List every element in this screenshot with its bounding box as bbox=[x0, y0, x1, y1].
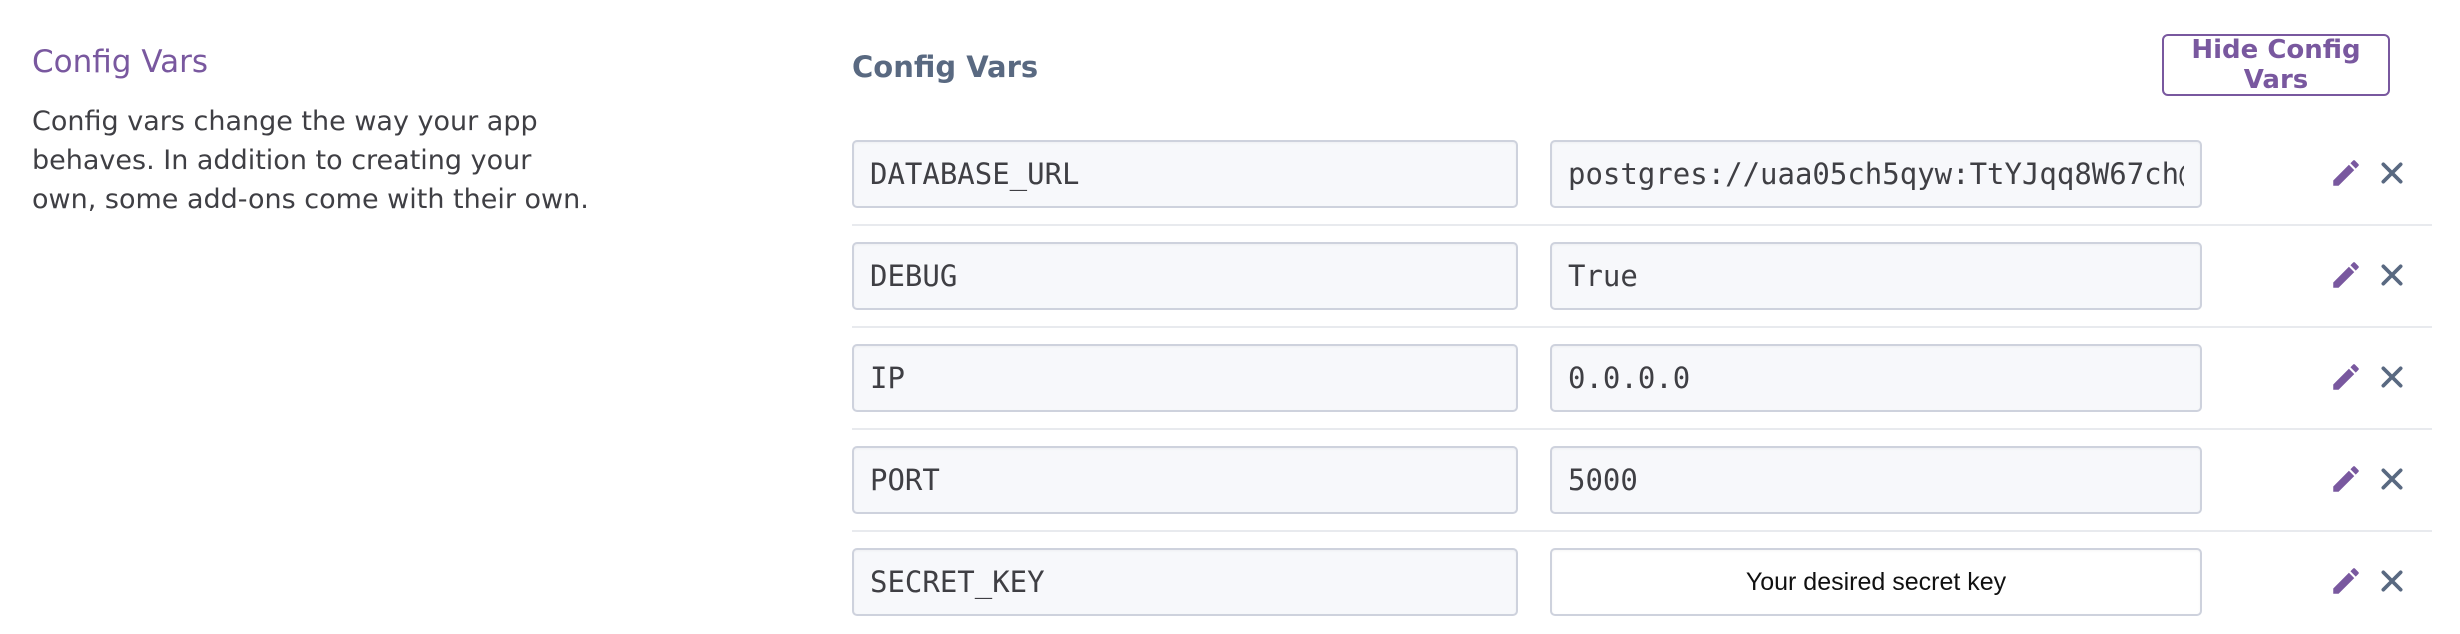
edit-button[interactable] bbox=[2324, 558, 2368, 604]
edit-button[interactable] bbox=[2324, 456, 2368, 502]
edit-button[interactable] bbox=[2324, 150, 2368, 196]
remove-button[interactable] bbox=[2370, 354, 2414, 400]
remove-button[interactable] bbox=[2370, 558, 2414, 604]
config-var-key-input[interactable] bbox=[852, 140, 1518, 208]
config-var-row bbox=[852, 430, 2432, 532]
config-var-key-input[interactable] bbox=[852, 548, 1518, 616]
config-var-key-input[interactable] bbox=[852, 344, 1518, 412]
config-var-key-input[interactable] bbox=[852, 242, 1518, 310]
close-icon bbox=[2381, 570, 2403, 592]
hide-config-vars-button[interactable]: Hide Config Vars bbox=[2162, 34, 2390, 96]
config-var-value-input[interactable] bbox=[1550, 548, 2202, 616]
config-var-row bbox=[852, 328, 2432, 430]
close-icon bbox=[2381, 162, 2403, 184]
section-description: Config vars change the way your app beha… bbox=[32, 106, 589, 215]
edit-button[interactable] bbox=[2324, 354, 2368, 400]
remove-button[interactable] bbox=[2370, 456, 2414, 502]
pencil-icon bbox=[2333, 262, 2359, 288]
config-var-key-input[interactable] bbox=[852, 446, 1518, 514]
section-title: Config Vars bbox=[32, 44, 209, 80]
config-var-row bbox=[852, 124, 2432, 226]
config-var-value-input[interactable] bbox=[1550, 242, 2202, 310]
config-var-row bbox=[852, 532, 2432, 634]
remove-button[interactable] bbox=[2370, 150, 2414, 196]
pencil-icon bbox=[2333, 568, 2359, 594]
remove-button[interactable] bbox=[2370, 252, 2414, 298]
panel-title: Config Vars bbox=[852, 50, 1039, 84]
pencil-icon bbox=[2333, 160, 2359, 186]
config-var-value-input[interactable] bbox=[1550, 344, 2202, 412]
close-icon bbox=[2381, 468, 2403, 490]
edit-button[interactable] bbox=[2324, 252, 2368, 298]
pencil-icon bbox=[2333, 466, 2359, 492]
pencil-icon bbox=[2333, 364, 2359, 390]
config-vars-list bbox=[852, 124, 2432, 634]
config-var-value-input[interactable] bbox=[1550, 140, 2202, 208]
config-var-value-input[interactable] bbox=[1550, 446, 2202, 514]
close-icon bbox=[2381, 366, 2403, 388]
config-var-row bbox=[852, 226, 2432, 328]
close-icon bbox=[2381, 264, 2403, 286]
